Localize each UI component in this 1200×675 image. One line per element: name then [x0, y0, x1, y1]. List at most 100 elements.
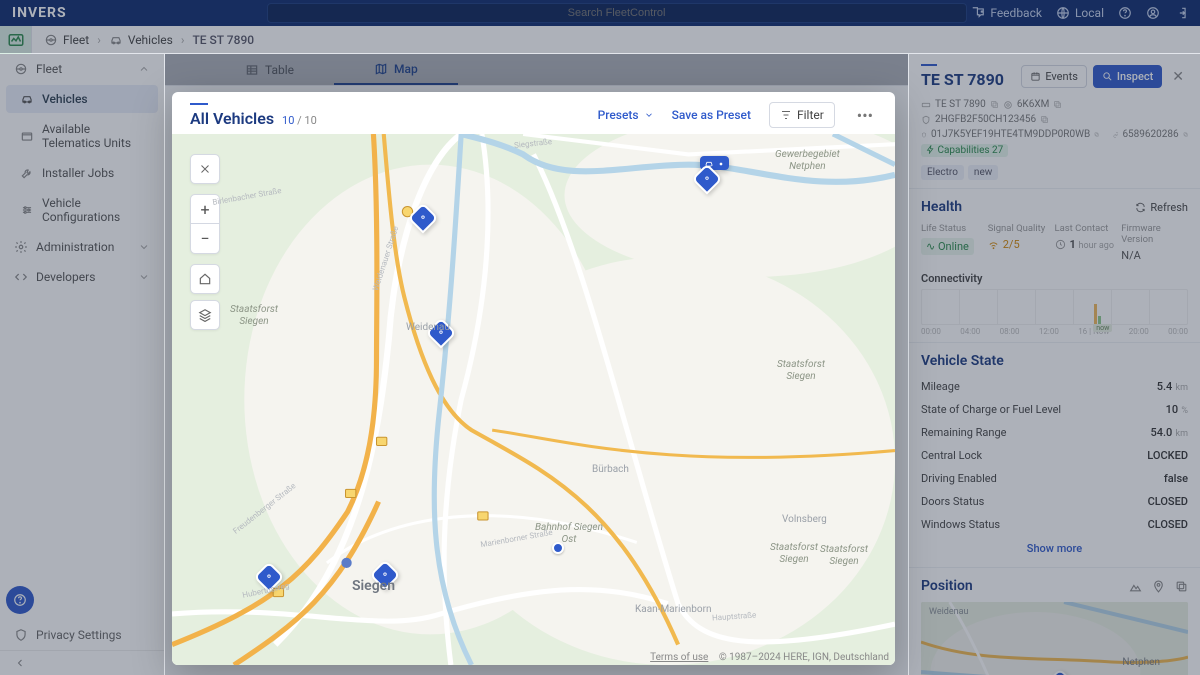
- more-button[interactable]: •••: [853, 106, 877, 125]
- map-canvas[interactable]: + −: [172, 134, 895, 665]
- map-close-button[interactable]: [190, 154, 220, 184]
- sidebar-section-admin[interactable]: Administration: [0, 232, 164, 262]
- copy-position-button[interactable]: [1175, 580, 1188, 593]
- sidebar-section-developers[interactable]: Developers: [0, 262, 164, 292]
- link-icon: [1113, 130, 1119, 140]
- sidebar-item-configs[interactable]: Vehicle Configurations: [6, 189, 158, 231]
- refresh-icon: [1135, 202, 1146, 213]
- close-panel-button[interactable]: ✕: [1168, 67, 1188, 87]
- filter-button[interactable]: Filter: [769, 102, 835, 128]
- inspect-button[interactable]: Inspect: [1093, 65, 1162, 88]
- show-more-button[interactable]: Show more: [921, 536, 1188, 561]
- home-icon: [198, 272, 212, 286]
- user-icon[interactable]: [1146, 6, 1160, 20]
- presets-dropdown[interactable]: Presets: [598, 108, 654, 122]
- accent-bar: [921, 64, 937, 66]
- search-input[interactable]: [267, 3, 967, 23]
- capabilities-badge[interactable]: Capabilities 27: [921, 144, 1008, 157]
- chevron-down-icon: [138, 271, 150, 283]
- home-button[interactable]: [190, 264, 220, 294]
- breadcrumb-bar: Fleet › Vehicles › TE ST 7890: [0, 26, 1200, 54]
- mini-map[interactable]: Weidenau Netphen: [921, 602, 1188, 675]
- pin-icon: [264, 572, 274, 582]
- tag[interactable]: Electro: [921, 165, 964, 180]
- global-search[interactable]: [267, 3, 967, 23]
- car-icon: [109, 33, 123, 47]
- logo: INVERS: [12, 5, 67, 21]
- map-label: Bürbach: [592, 464, 629, 475]
- steering-icon: [44, 33, 58, 47]
- connectivity-chart[interactable]: now: [921, 289, 1188, 325]
- state-row: State of Charge or Fuel Level 10 %: [921, 398, 1188, 421]
- help-icon[interactable]: [1118, 6, 1132, 20]
- sidebar-item-jobs[interactable]: Installer Jobs: [6, 159, 158, 187]
- brand-badge[interactable]: [0, 26, 32, 54]
- state-row: Doors StatusCLOSED: [921, 490, 1188, 513]
- wrench-icon: [20, 166, 34, 180]
- last-contact-value: 1 hour ago: [1055, 238, 1122, 251]
- pin-icon: [418, 213, 428, 223]
- terms-link[interactable]: Terms of use: [650, 652, 708, 663]
- chevron-up-icon: [138, 63, 150, 75]
- copy-icon: [1175, 580, 1188, 593]
- filter-icon: [780, 109, 792, 121]
- copy-icon[interactable]: [990, 100, 999, 109]
- firmware-value: N/A: [1121, 249, 1188, 262]
- search-icon: [1102, 71, 1113, 82]
- topbar: INVERS Feedback Local: [0, 0, 1200, 26]
- sidebar-item-vehicles[interactable]: Vehicles: [6, 85, 158, 113]
- feedback-button[interactable]: Feedback: [971, 6, 1042, 20]
- map-label: Siegen: [352, 578, 395, 594]
- connectivity-label: Connectivity: [921, 272, 1188, 285]
- chevron-left-icon: [14, 657, 26, 669]
- tag[interactable]: new: [968, 165, 998, 180]
- state-label: State of Charge or Fuel Level: [921, 403, 1061, 416]
- mountain-icon: [1129, 580, 1142, 593]
- refresh-button[interactable]: Refresh: [1135, 201, 1188, 214]
- vehicle-title: TE ST 7890: [921, 70, 1004, 89]
- sidebar-privacy[interactable]: Privacy Settings: [0, 620, 164, 650]
- pin-icon: [702, 174, 712, 184]
- state-row: Driving Enabledfalse: [921, 467, 1188, 490]
- steering-icon: [14, 62, 28, 76]
- locale-button[interactable]: Local: [1056, 6, 1104, 20]
- chip-icon: [1003, 100, 1013, 110]
- copy-icon[interactable]: [1183, 130, 1188, 139]
- barcode-icon: [921, 115, 931, 125]
- pin-icon: [1152, 580, 1165, 593]
- copy-icon[interactable]: [1040, 115, 1049, 124]
- map-label: Staatsforst Siegen: [230, 304, 278, 328]
- wifi-icon: [988, 239, 999, 250]
- copy-icon[interactable]: [1094, 130, 1099, 139]
- state-label: Remaining Range: [921, 426, 1007, 439]
- zoom-out-button[interactable]: −: [190, 224, 220, 254]
- layers-button[interactable]: [190, 300, 220, 330]
- state-value: 10 %: [1166, 403, 1188, 416]
- events-button[interactable]: Events: [1021, 65, 1087, 88]
- globe-icon: [1056, 6, 1070, 20]
- state-value: CLOSED: [1148, 518, 1188, 531]
- sidebar-collapse[interactable]: [0, 650, 164, 675]
- satellite-view-button[interactable]: [1129, 580, 1142, 593]
- state-row: Remaining Range54.0 km: [921, 421, 1188, 444]
- breadcrumb-fleet[interactable]: Fleet: [44, 33, 89, 47]
- save-preset-button[interactable]: Save as Preset: [672, 108, 751, 122]
- help-chat-button[interactable]: [6, 586, 34, 614]
- sidebar-section-fleet[interactable]: Fleet: [0, 54, 164, 84]
- close-icon: [199, 163, 211, 175]
- gear-icon: [14, 240, 28, 254]
- logout-icon[interactable]: [1174, 6, 1188, 20]
- status-badge: ∿ Online: [921, 238, 974, 255]
- copy-icon[interactable]: [1053, 100, 1062, 109]
- state-row: Central LockLOCKED: [921, 444, 1188, 467]
- locate-button[interactable]: [1152, 580, 1165, 593]
- state-value: false: [1164, 472, 1188, 485]
- code-icon: [14, 270, 28, 284]
- chevron-down-icon: [644, 110, 654, 120]
- sidebar-item-atu[interactable]: Available Telematics Units: [6, 115, 158, 157]
- sliders-icon: [20, 203, 34, 217]
- vehicle-map-modal: All Vehicles 10 / 10 Presets Save as Pre…: [172, 92, 895, 665]
- layers-icon: [198, 308, 212, 322]
- breadcrumb-vehicles[interactable]: Vehicles: [109, 33, 173, 47]
- chevron-down-icon: [138, 241, 150, 253]
